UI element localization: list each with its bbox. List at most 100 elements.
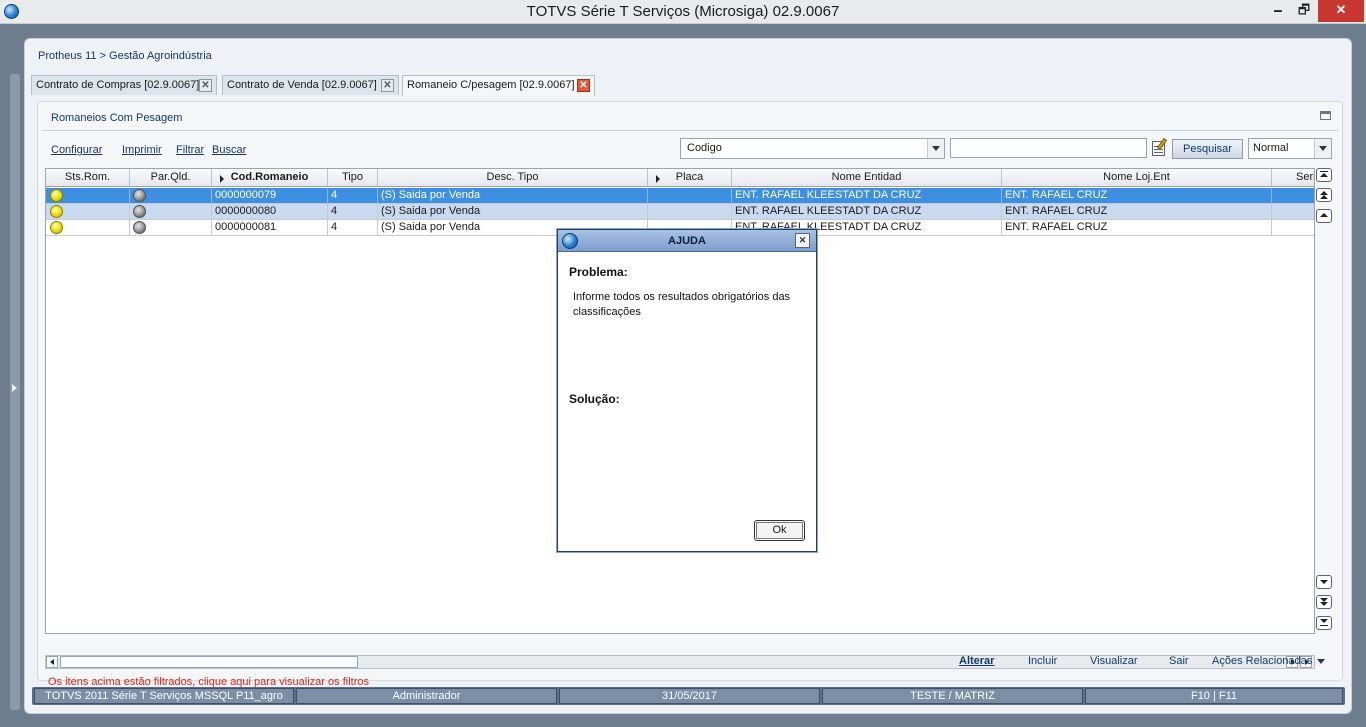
column-header-serie[interactable]: Serie [1272,169,1314,187]
search-field-select[interactable]: Codigo [680,138,945,159]
sort-indicator-icon [220,175,224,183]
chevron-down-icon[interactable] [1317,659,1325,664]
status-yellow-icon [50,189,63,202]
tipo-cell: 4 [328,188,378,204]
nome-entidad-cell: ENT. RAFAEL KLEESTADT DA CRUZ [732,188,1002,204]
problem-label: Problema: [569,265,628,279]
arrow-down-icon [1320,580,1328,584]
tab-label: Romaneio C/pesagem [02.9.0067] [407,79,575,91]
sort-indicator-icon [656,175,660,183]
chevron-down-icon[interactable] [1314,139,1331,158]
status-company: TESTE / MATRIZ [822,688,1083,704]
column-header-desc-tipo[interactable]: Desc. Tipo [378,169,648,187]
status-cell [46,220,130,236]
minimize-section-icon[interactable] [1320,111,1331,120]
maximize-button[interactable]: 🗗 [1290,0,1318,22]
cod-romaneio-cell: 0000000081 [212,220,328,236]
dialog-titlebar: AJUDA ✕ [558,230,816,252]
status-environment: TOTVS 2011 Série T Serviços MSSQL P11_ag… [34,688,294,704]
column-header-par-qld[interactable]: Par.Qld. [130,169,212,187]
quality-cell [130,188,212,204]
column-header-sts-rom[interactable]: Sts.Rom. [46,169,130,187]
action-bar: Alterar Incluir Visualizar Sair Ações Re… [37,651,1343,671]
desc-tipo-cell: (S) Saida por Venda [378,204,648,220]
column-header-nome-loj-ent[interactable]: Nome Loj.Ent [1002,169,1272,187]
expand-arrow-icon [12,384,17,392]
side-panel-toggle[interactable] [10,74,20,710]
status-yellow-icon [50,205,63,218]
row-down-button[interactable] [1316,575,1332,589]
serie-cell [1272,204,1314,220]
dialog-close-button[interactable]: ✕ [795,233,810,248]
configurar-link[interactable]: Configurar [51,144,102,156]
problem-text: Informe todos os resultados obrigatórios… [573,291,791,318]
arrow-down-icon [1320,602,1328,606]
go-last-button[interactable] [1316,616,1332,630]
row-up-button[interactable] [1316,209,1332,223]
dialog-title: AJUDA [668,235,706,247]
quality-cell [130,220,212,236]
alterar-button[interactable]: Alterar [959,655,994,667]
filtrar-link[interactable]: Filtrar [176,144,204,156]
tab-close-icon[interactable]: ✕ [381,79,394,92]
ok-button[interactable]: Ok [754,520,805,541]
search-input[interactable] [950,138,1147,158]
column-header-placa[interactable]: Placa [648,169,732,187]
status-shortcuts: F10 | F11 [1085,688,1343,704]
bar [1320,171,1328,172]
column-header-nome-entidad[interactable]: Nome Entidad [732,169,1002,187]
column-header-tipo[interactable]: Tipo [328,169,378,187]
search-button[interactable]: Pesquisar [1172,139,1243,159]
column-header-label: Placa [675,171,704,183]
tab-label: Contrato de Compras [02.9.0067] [36,79,200,91]
page-down-button[interactable] [1316,595,1332,609]
desc-tipo-cell: (S) Saida por Venda [378,188,648,204]
cod-romaneio-cell: 0000000080 [212,204,328,220]
divider [42,130,1338,131]
arrow-up-icon [1320,173,1328,177]
tab-romaneio-pesagem[interactable]: Romaneio C/pesagem [02.9.0067] ✕ [402,75,595,96]
status-cell [46,188,130,204]
quality-cell [130,204,212,220]
close-window-button[interactable]: ✕ [1318,0,1364,22]
nome-loj-ent-cell: ENT. RAFAEL CRUZ [1002,220,1272,236]
table-row[interactable]: 0000000079 4 (S) Saida por Venda ENT. RA… [46,188,1314,204]
sair-button[interactable]: Sair [1169,655,1189,667]
chevron-down-icon[interactable] [927,139,944,158]
column-header-cod-romaneio[interactable]: Cod.Romaneio [212,169,328,187]
cod-romaneio-cell: 0000000079 [212,188,328,204]
grid-header: Sts.Rom. Par.Qld. Cod.Romaneio Tipo Desc… [46,169,1314,187]
buscar-link[interactable]: Buscar [212,144,246,156]
acoes-relacionadas-button[interactable]: Ações Relacionadas [1212,655,1312,667]
incluir-button[interactable]: Incluir [1028,655,1057,667]
breadcrumb[interactable]: Protheus 11 > Gestão Agroindústria [38,50,212,62]
status-cell [46,204,130,220]
tab-close-icon[interactable]: ✕ [199,79,212,92]
table-row[interactable]: 0000000080 4 (S) Saida por Venda ENT. RA… [46,204,1314,220]
window-titlebar: TOTVS Série T Serviços (Microsiga) 02.9.… [0,0,1366,24]
go-first-button[interactable] [1316,168,1332,182]
arrow-down-icon [1320,619,1328,623]
minimize-button[interactable]: 🗕 [1264,0,1292,22]
tab-label: Contrato de Venda [02.9.0067] [227,79,377,91]
search-field-value: Codigo [687,142,722,154]
placa-cell [648,204,732,220]
visualizar-button[interactable]: Visualizar [1090,655,1138,667]
arrow-up-icon [1320,195,1328,199]
status-gray-icon [133,221,146,234]
notepad-line [1154,152,1163,153]
tab-close-icon[interactable]: ✕ [577,79,590,92]
status-gray-icon [133,189,146,202]
tab-contrato-venda[interactable]: Contrato de Venda [02.9.0067] ✕ [222,75,399,95]
serie-cell [1272,188,1314,204]
column-header-label: Cod.Romaneio [230,171,309,183]
imprimir-link[interactable]: Imprimir [122,144,162,156]
notepad-icon[interactable] [1151,137,1168,157]
placa-cell [648,188,732,204]
view-mode-select[interactable]: Normal [1248,138,1332,159]
view-mode-value: Normal [1253,142,1289,154]
solution-label: Solução: [569,392,620,406]
tipo-cell: 4 [328,204,378,220]
tab-contrato-compras[interactable]: Contrato de Compras [02.9.0067] ✕ [31,75,217,95]
page-up-button[interactable] [1316,188,1332,202]
